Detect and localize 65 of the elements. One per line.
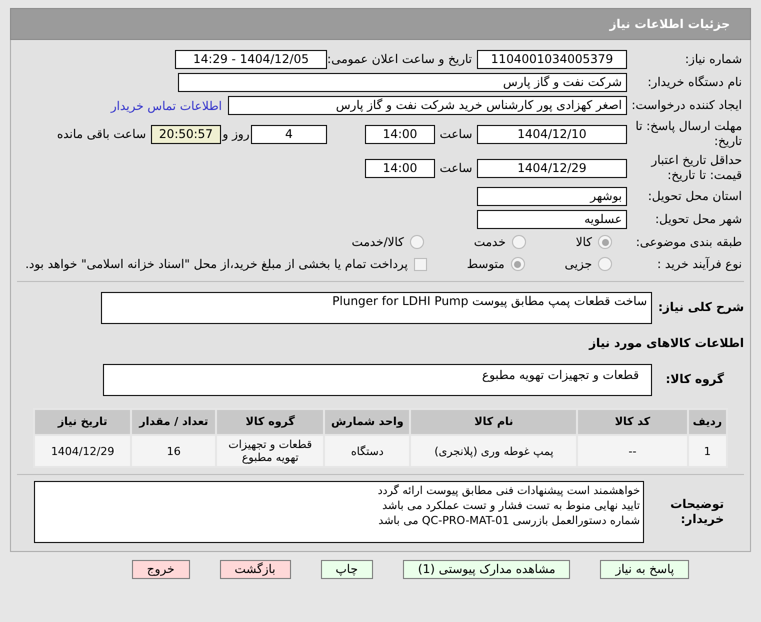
validity-date-field: 1404/12/29 (477, 158, 627, 178)
days-field: 4 (251, 124, 327, 144)
action-button[interactable]: خروج (132, 560, 190, 579)
deadline-time-field: 14:00 (365, 124, 435, 144)
table-cell: 16 (131, 435, 216, 467)
field-label: نام دستگاه خریدار: (646, 75, 742, 90)
note-line: تایید نهایی منوط به تست فشار و تست عملکرد می باشد (381, 498, 640, 513)
field-label: مهلت ارسال پاسخ: تا تاریخ: (634, 119, 742, 149)
deadline-date-field: 1404/12/10 (477, 124, 627, 144)
field-label: گروه کالا: (664, 371, 725, 387)
field-label: حداقل تاریخ اعتبار قیمت: تا تاریخ: (650, 153, 742, 183)
radio-label: جزیی (564, 256, 592, 273)
table-cell: قطعات و تجهیزات تهویه مطبوع (216, 435, 324, 467)
creator-field: اصغر کهزادی پور کارشناس خرید شرکت نفت و گاز پارس (228, 96, 627, 115)
action-button[interactable]: مشاهده مدارک پیوستی (1) (402, 560, 570, 579)
summary-text-area: ساخت قطعات پمپ مطابق پیوست Plunger for LDHI Pump (101, 292, 652, 324)
field-label: ایجاد کننده درخواست: (630, 98, 742, 113)
buyer-contact-link[interactable]: اطلاعات تماس خریدار (110, 96, 228, 114)
column-header: نام کالا (410, 409, 578, 435)
page-title: جزئیات اطلاعات نیاز (609, 16, 730, 33)
checkbox[interactable] (414, 258, 427, 270)
table-cell: پمپ غوطه وری (پلانجری) (410, 435, 578, 467)
field-label: روز و (221, 126, 250, 142)
goods-group-text-area: قطعات و تجهیزات تهویه مطبوع (103, 364, 652, 396)
table-cell: دستگاه (324, 435, 410, 467)
field-label: ساعت (438, 160, 474, 176)
table-cell: 1404/12/29 (34, 435, 132, 467)
radio-label: کالا (576, 234, 592, 251)
field-label: استان محل تحویل: (646, 189, 742, 204)
field-label: شهر محل تحویل: (654, 212, 742, 227)
field-label: ساعت (438, 126, 474, 142)
field-label: نوع فرآیند خرید : (656, 256, 742, 272)
column-header: کد کالا (577, 409, 688, 435)
field-label: شرح کلی نیاز: (657, 299, 744, 315)
province-field: بوشهر (477, 187, 627, 206)
radio-label: متوسط (466, 256, 505, 273)
buyer-name-field: شرکت نفت و گاز پارس (178, 73, 627, 92)
need-number-field: 1104001034005379 (477, 50, 627, 69)
announce-date-field: 1404/12/05 - 14:29 (175, 50, 327, 69)
radio-label: خدمت (474, 234, 506, 251)
field-label: شماره نیاز: (684, 52, 742, 67)
action-button[interactable]: چاپ (320, 560, 373, 579)
column-header: گروه کالا (216, 409, 324, 435)
radio-button[interactable] (512, 235, 526, 249)
checkbox-label: پرداخت تمام یا بخشی از مبلغ خرید،از محل "اسناد خزانه اسلامی" خواهد بود. (25, 256, 408, 273)
table-cell: 1 (688, 435, 727, 467)
note-line: خواهشمند است پیشنهادات فنی مطابق پیوست ارائه گردد (376, 483, 640, 498)
column-header: ردیف (688, 409, 727, 435)
field-label: طبقه بندی موضوعی: (634, 234, 742, 250)
city-field: عسلویه (477, 210, 627, 229)
radio-button[interactable] (510, 257, 525, 271)
action-button[interactable]: بازگشت (220, 560, 290, 579)
radio-button[interactable] (410, 235, 424, 249)
field-label: تاریخ و ساعت اعلان عمومی: (327, 52, 473, 67)
radio-button[interactable] (598, 257, 612, 271)
validity-time-field: 14:00 (365, 158, 435, 178)
section-title: اطلاعات کالاهای مورد نیاز (588, 335, 744, 352)
radio-label: کالا/خدمت (352, 234, 404, 251)
note-line: شماره دستورالعمل بازرسی QC-PRO-MAT-01 می باشد (377, 513, 640, 528)
remaining-time-field: 20:50:57 (151, 124, 221, 144)
action-button[interactable]: پاسخ به نیاز (600, 560, 690, 579)
radio-button[interactable] (598, 235, 612, 249)
field-label: ساعت باقی مانده (56, 126, 147, 142)
field-label: توضیحات خریدار: (669, 497, 725, 527)
table-cell: -- (577, 435, 688, 467)
